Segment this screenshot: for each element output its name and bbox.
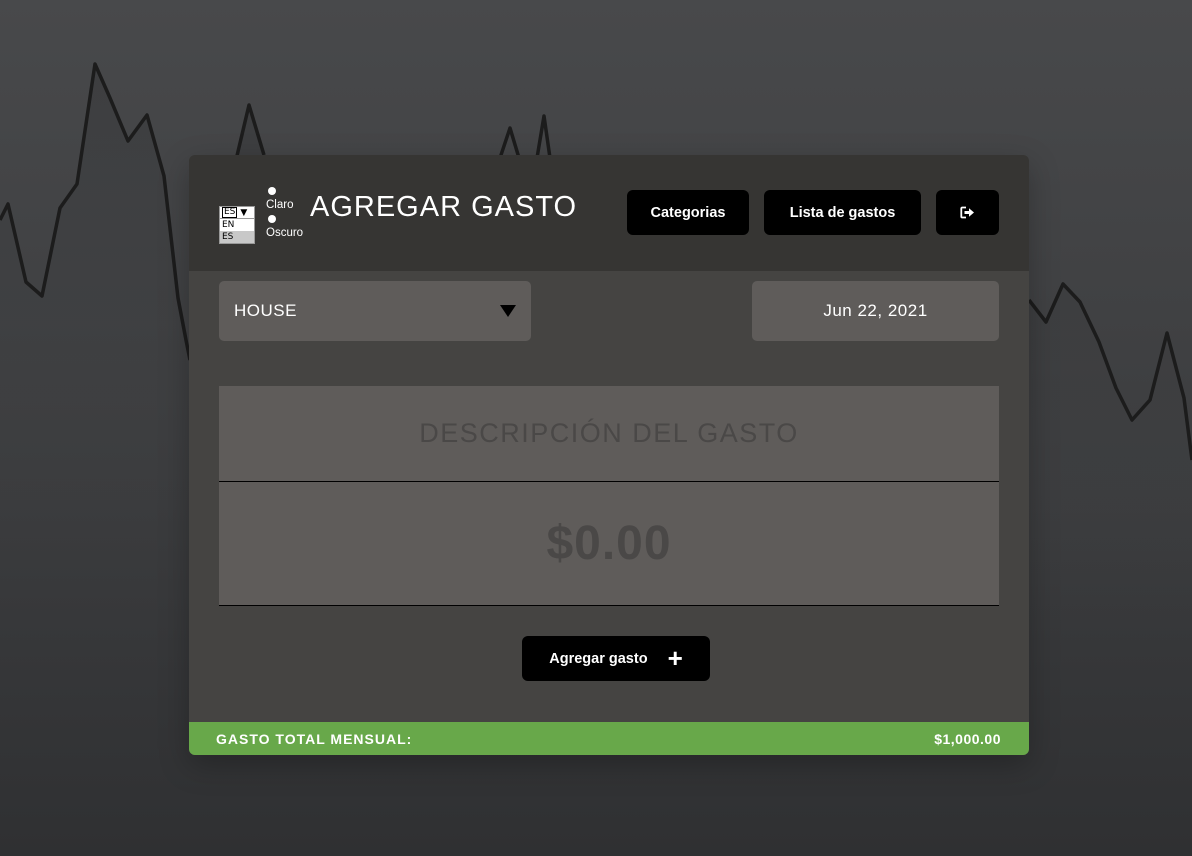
- date-value: Jun 22, 2021: [823, 301, 928, 320]
- chevron-down-icon: ▼: [240, 207, 248, 218]
- card-header: ES ▼ EN ES Claro Oscuro AGREGAR GASTO Ca…: [189, 155, 1029, 271]
- logout-button[interactable]: [936, 190, 999, 235]
- language-select[interactable]: ES ▼ EN ES: [219, 206, 255, 244]
- description-placeholder: DESCRIPCIÓN DEL GASTO: [419, 418, 799, 448]
- theme-radio-light[interactable]: [268, 187, 276, 195]
- category-select-value: HOUSE: [234, 301, 297, 320]
- categories-button[interactable]: Categorias: [627, 190, 749, 235]
- language-selected-value: ES: [222, 207, 238, 218]
- date-picker[interactable]: Jun 22, 2021: [752, 281, 999, 341]
- add-expense-button[interactable]: Agregar gasto +: [522, 636, 710, 681]
- page-title: AGREGAR GASTO: [310, 191, 578, 223]
- category-select[interactable]: HOUSE: [219, 281, 531, 341]
- monthly-total-bar: GASTO TOTAL MENSUAL: $1,000.00: [189, 722, 1029, 755]
- add-expense-card: ES ▼ EN ES Claro Oscuro AGREGAR GASTO Ca…: [189, 155, 1029, 755]
- monthly-total-value: $1,000.00: [934, 731, 1001, 747]
- description-input[interactable]: DESCRIPCIÓN DEL GASTO: [219, 386, 999, 482]
- language-option-es[interactable]: ES: [220, 231, 254, 243]
- add-expense-label: Agregar gasto: [549, 650, 648, 667]
- sign-out-icon: [960, 206, 974, 219]
- theme-radio-dark[interactable]: [268, 215, 276, 223]
- theme-label-dark: Oscuro: [266, 227, 304, 239]
- amount-placeholder: $0.00: [546, 517, 672, 570]
- expense-list-button[interactable]: Lista de gastos: [764, 190, 921, 235]
- amount-input[interactable]: $0.00: [219, 482, 999, 606]
- plus-icon: +: [667, 642, 683, 673]
- monthly-total-label: GASTO TOTAL MENSUAL:: [216, 731, 413, 747]
- language-select-current[interactable]: ES ▼: [220, 207, 254, 219]
- language-option-en[interactable]: EN: [220, 219, 254, 231]
- theme-label-light: Claro: [266, 199, 294, 211]
- caret-down-icon: [500, 305, 516, 317]
